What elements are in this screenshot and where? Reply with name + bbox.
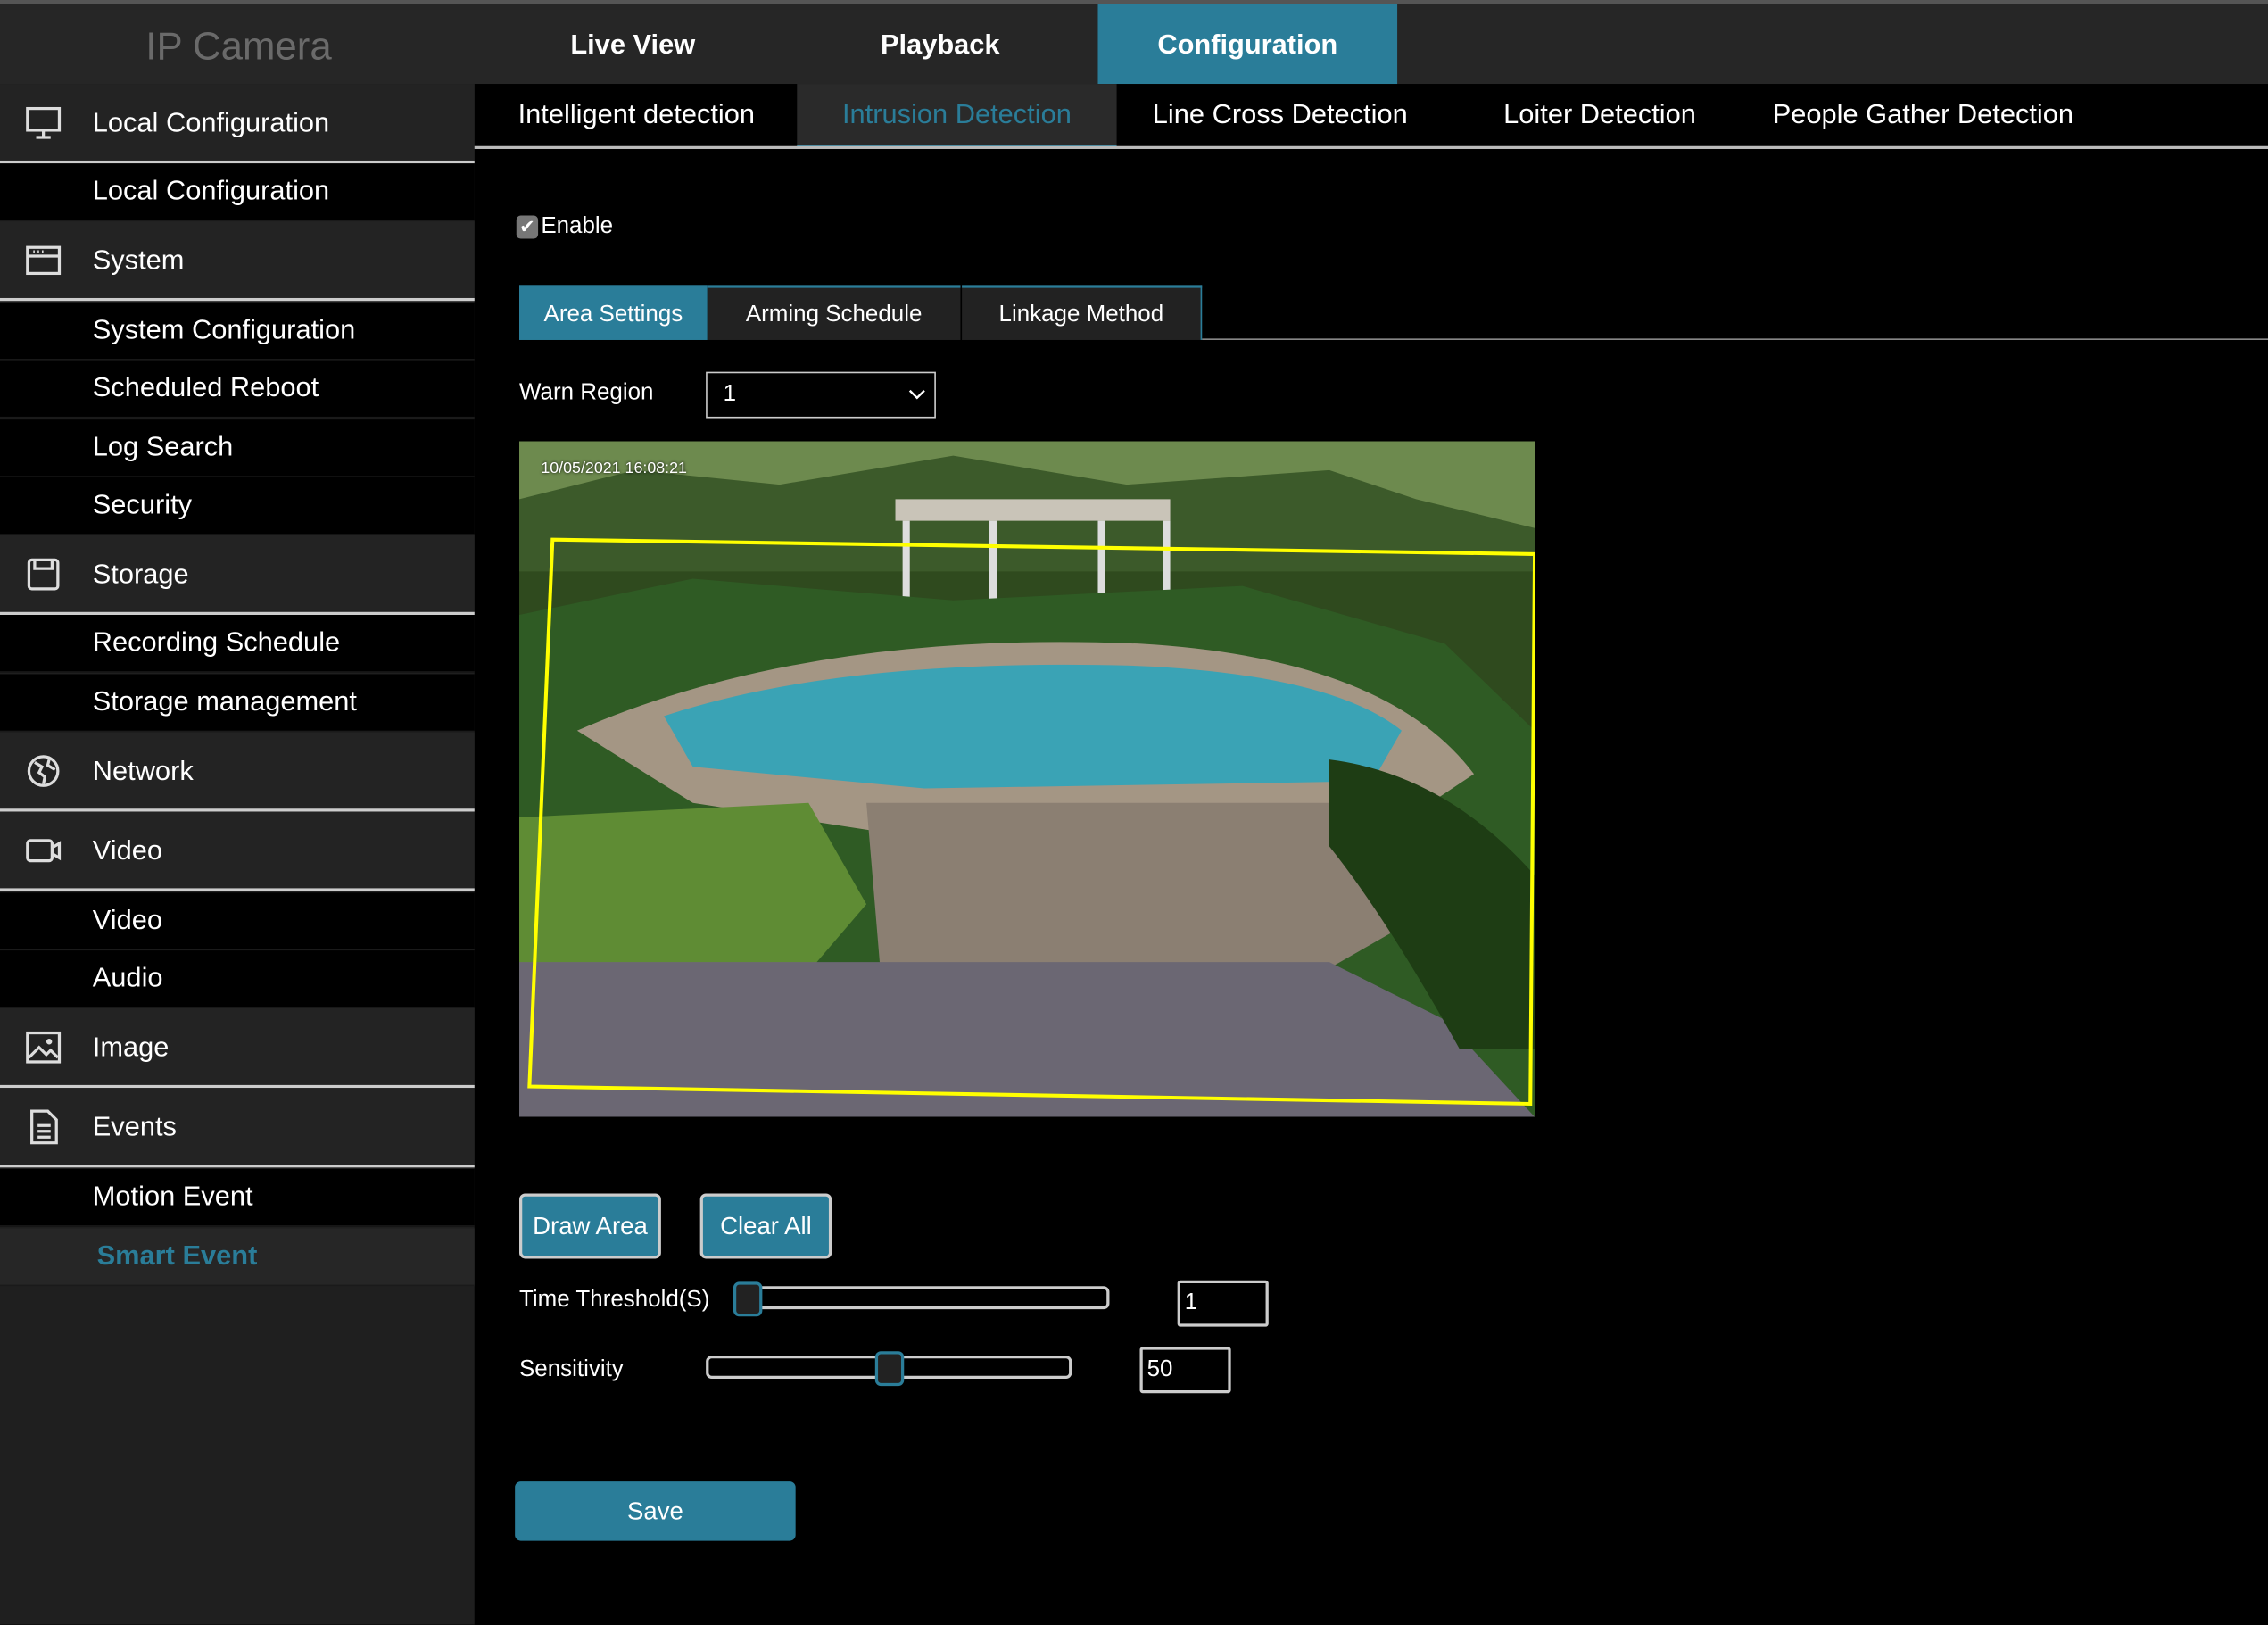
sidebar: Local Configuration Local Configuration …	[0, 84, 475, 1625]
sidebar-item-recording-schedule[interactable]: Recording Schedule	[0, 615, 475, 673]
tab-linkage-method[interactable]: Linkage Method	[962, 285, 1203, 340]
warn-region-label: Warn Region	[519, 380, 654, 405]
subtab-loiter-detection[interactable]: Loiter Detection	[1483, 84, 1718, 147]
time-threshold-input[interactable]: 1	[1177, 1280, 1269, 1327]
chevron-down-icon	[908, 389, 925, 400]
time-threshold-slider-thumb[interactable]	[733, 1281, 763, 1317]
tab-live-view[interactable]: Live View	[477, 4, 789, 84]
warn-region-value: 1	[723, 381, 737, 407]
subtab-divider	[474, 145, 2268, 149]
sidebar-group-image[interactable]: Image	[0, 1007, 475, 1089]
enable-label: Enable	[541, 213, 614, 239]
logo: IP Camera	[145, 24, 332, 69]
sidebar-item-label: Log Search	[92, 432, 234, 463]
save-button[interactable]: Save	[515, 1481, 796, 1541]
time-threshold-slider[interactable]	[733, 1286, 1110, 1310]
sidebar-item-storage-management[interactable]: Storage management	[0, 674, 475, 733]
system-icon	[26, 245, 62, 276]
sidebar-item-label: Smart Event	[96, 1240, 258, 1273]
sidebar-item-scheduled-reboot[interactable]: Scheduled Reboot	[0, 360, 475, 419]
clear-all-button[interactable]: Clear All	[699, 1193, 832, 1259]
sidebar-group-events[interactable]: Events	[0, 1088, 475, 1168]
sidebar-item-label: Recording Schedule	[92, 627, 341, 659]
image-icon	[26, 1031, 62, 1064]
subtab-line-cross-detection[interactable]: Line Cross Detection	[1129, 84, 1432, 147]
top-bar: IP Camera Live View Playback Configurati…	[0, 0, 2268, 85]
monitor-icon	[26, 106, 62, 139]
sidebar-item-label: Audio	[92, 963, 163, 994]
sidebar-item-audio[interactable]: Audio	[0, 950, 475, 1008]
camera-video-preview[interactable]: 10/05/2021 16:08:21	[519, 441, 1535, 1117]
storage-icon	[27, 558, 60, 591]
sidebar-group-label: Local Configuration	[92, 108, 330, 139]
document-icon	[30, 1109, 58, 1145]
subtab-intrusion-detection[interactable]: Intrusion Detection	[797, 84, 1117, 149]
sidebar-group-network[interactable]: Network	[0, 732, 475, 812]
tab-configuration[interactable]: Configuration	[1097, 4, 1398, 85]
sidebar-item-label: Video	[92, 905, 163, 936]
subtab-people-gather-detection[interactable]: People Gather Detection	[1753, 84, 2093, 147]
sidebar-item-system-configuration[interactable]: System Configuration	[0, 302, 475, 361]
sidebar-item-label: Motion Event	[92, 1181, 253, 1213]
draw-area-button[interactable]: Draw Area	[519, 1193, 661, 1259]
sidebar-group-label: System	[92, 245, 185, 277]
sidebar-item-label: System Configuration	[92, 315, 356, 346]
enable-checkbox[interactable]: ✔	[516, 215, 539, 239]
sidebar-group-label: Video	[92, 836, 163, 867]
area-tabs-divider	[1202, 338, 2268, 340]
sensitivity-input[interactable]: 50	[1139, 1347, 1231, 1394]
tab-playback[interactable]: Playback	[789, 4, 1092, 84]
sidebar-item-smart-event[interactable]: Smart Event	[0, 1228, 475, 1287]
sidebar-item-video[interactable]: Video	[0, 892, 475, 951]
sidebar-group-label: Network	[92, 756, 194, 787]
video-camera-icon	[26, 839, 62, 863]
sidebar-group-video[interactable]: Video	[0, 811, 475, 891]
warn-region-select[interactable]: 1	[706, 371, 936, 419]
time-threshold-label: Time Threshold(S)	[519, 1287, 710, 1313]
sensitivity-label: Sensitivity	[519, 1356, 624, 1382]
sidebar-item-security[interactable]: Security	[0, 477, 475, 535]
camera-scene	[519, 441, 1535, 1117]
video-timestamp: 10/05/2021 16:08:21	[541, 460, 687, 477]
tab-area-settings[interactable]: Area Settings	[519, 285, 708, 340]
sidebar-item-local-configuration[interactable]: Local Configuration	[0, 163, 475, 222]
sidebar-group-system[interactable]: System	[0, 221, 475, 302]
globe-icon	[27, 755, 60, 787]
sidebar-item-log-search[interactable]: Log Search	[0, 419, 475, 477]
subtab-intelligent-detection[interactable]: Intelligent detection	[492, 84, 781, 147]
sidebar-group-storage[interactable]: Storage	[0, 535, 475, 616]
sidebar-item-label: Security	[92, 490, 193, 521]
sidebar-item-label: Local Configuration	[92, 176, 330, 207]
sidebar-group-label: Events	[92, 1112, 177, 1143]
sidebar-group-local-configuration[interactable]: Local Configuration	[0, 84, 475, 164]
sidebar-item-label: Scheduled Reboot	[92, 373, 319, 404]
sensitivity-slider-thumb[interactable]	[874, 1351, 905, 1387]
tab-arming-schedule[interactable]: Arming Schedule	[707, 285, 961, 340]
sidebar-item-label: Storage management	[92, 687, 358, 718]
sidebar-item-motion-event[interactable]: Motion Event	[0, 1168, 475, 1227]
sidebar-group-label: Image	[92, 1032, 170, 1064]
sidebar-group-label: Storage	[92, 560, 189, 591]
ip-camera-config-page: IP Camera Live View Playback Configurati…	[0, 0, 2268, 1625]
